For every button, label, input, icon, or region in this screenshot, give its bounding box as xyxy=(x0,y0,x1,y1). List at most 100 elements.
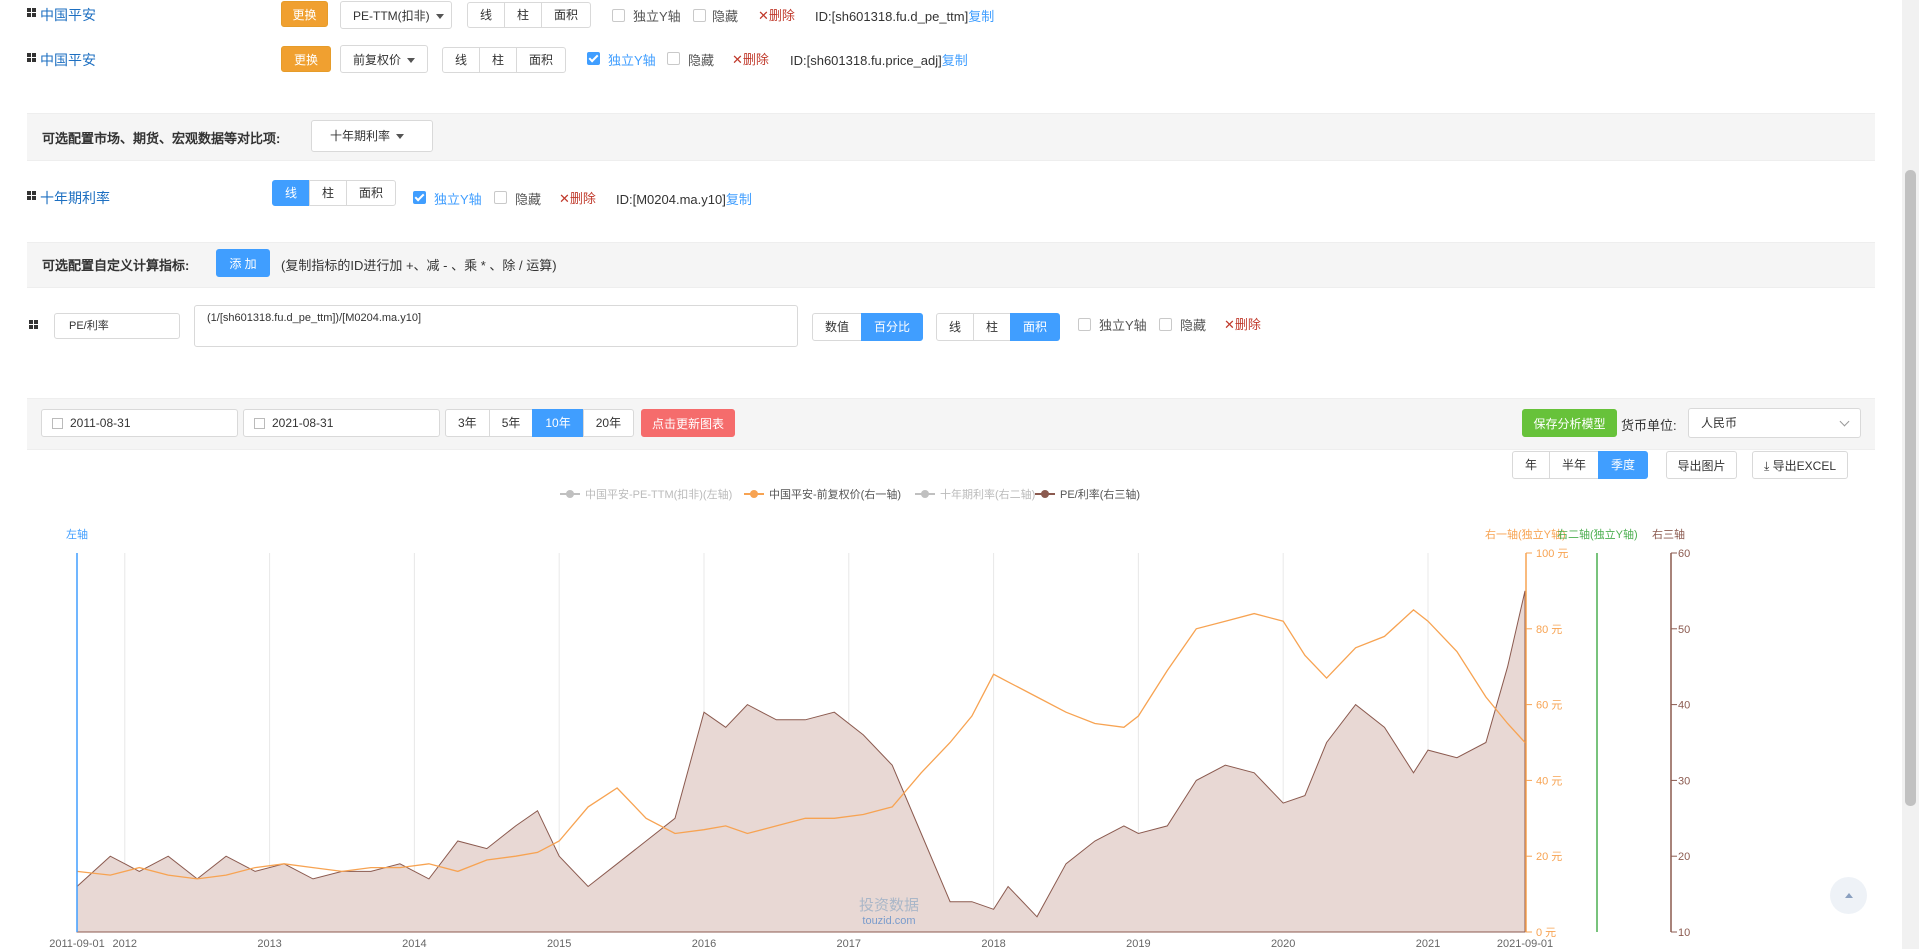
series-name: 中国平安 xyxy=(40,52,96,68)
chart-type-line[interactable]: 线 xyxy=(442,47,481,73)
chart-type-bar[interactable]: 柱 xyxy=(309,180,348,206)
close-icon: ✕ xyxy=(559,191,570,206)
right3-tick-label: 10 xyxy=(1678,927,1690,939)
value-mode-number[interactable]: 数值 xyxy=(812,313,863,341)
chevron-down-icon xyxy=(407,58,416,64)
left-axis-label: 左轴 xyxy=(66,527,88,541)
start-date-input[interactable]: 2011-08-31 xyxy=(41,409,238,437)
x-tick-label: 2018 xyxy=(981,938,1005,949)
end-date-input[interactable]: 2021-08-31 xyxy=(243,409,440,437)
delete-button[interactable]: ✕删除 xyxy=(559,188,596,207)
hide-checkbox[interactable] xyxy=(693,9,706,22)
chart-type-area[interactable]: 面积 xyxy=(346,180,397,206)
independent-y-label: 独立Y轴 xyxy=(1099,318,1147,333)
formula-expression-input[interactable]: (1/[sh601318.fu.d_pe_ttm])/[M0204.ma.y10… xyxy=(194,305,798,347)
scrollbar[interactable] xyxy=(1902,0,1919,949)
change-button[interactable]: 更换 xyxy=(281,1,328,27)
hide-label: 隐藏 xyxy=(688,53,715,68)
chevron-up-icon xyxy=(1845,893,1853,898)
series-id: ID:[sh601318.fu.d_pe_ttm]复制 xyxy=(815,6,994,25)
independent-y-label: 独立Y轴 xyxy=(633,9,681,24)
save-model-button[interactable]: 保存分析模型 xyxy=(1522,409,1617,437)
right3-tick-label: 30 xyxy=(1678,775,1690,787)
delete-label: 删除 xyxy=(768,8,795,23)
right1-tick-label: 100 元 xyxy=(1536,548,1568,560)
independent-y-checkbox[interactable] xyxy=(413,191,426,204)
legend-entry: 十年期利率(右二轴) xyxy=(940,487,1035,501)
independent-y-checkbox[interactable] xyxy=(612,9,625,22)
delete-button[interactable]: ✕删除 xyxy=(758,5,795,24)
end-date-value: 2021-08-31 xyxy=(272,416,334,430)
series-name: 十年期利率 xyxy=(40,190,110,206)
compare-select[interactable]: 十年期利率 xyxy=(311,120,433,152)
chart-type-area[interactable]: 面积 xyxy=(541,2,592,28)
metric-select[interactable]: PE-TTM(扣非) xyxy=(340,1,452,29)
right1-tick-label: 40 元 xyxy=(1536,775,1562,787)
x-tick-label: 2015 xyxy=(547,938,571,949)
delete-button[interactable]: ✕删除 xyxy=(732,49,769,68)
drag-handle-icon[interactable] xyxy=(27,53,37,63)
hide-checkbox[interactable] xyxy=(1159,318,1172,331)
chart-type-group: 线 柱 面积 xyxy=(936,313,1061,341)
start-date-value: 2011-08-31 xyxy=(70,416,131,430)
right1-tick-label: 20 元 xyxy=(1536,851,1562,863)
range-20y[interactable]: 20年 xyxy=(582,409,635,437)
chevron-down-icon xyxy=(435,14,444,20)
right3-tick-label: 20 xyxy=(1678,851,1690,863)
right2-axis-label: 右二轴(独立Y轴) xyxy=(1557,527,1638,541)
compare-band xyxy=(27,113,1875,161)
x-tick-label: 2011-09-01 xyxy=(49,938,104,949)
legend-entry: 中国平安-PE-TTM(扣非)(左轴) xyxy=(585,487,732,501)
hide-label: 隐藏 xyxy=(1180,318,1207,333)
calendar-icon xyxy=(254,418,265,429)
x-tick-label: 2017 xyxy=(837,938,861,949)
delete-button[interactable]: ✕删除 xyxy=(1224,314,1261,333)
hide-checkbox[interactable] xyxy=(494,191,507,204)
drag-handle-icon[interactable] xyxy=(29,320,39,330)
refresh-chart-button[interactable]: 点击更新图表 xyxy=(641,409,735,437)
chart-type-area[interactable]: 面积 xyxy=(1010,313,1061,341)
hide-checkbox[interactable] xyxy=(667,52,680,65)
copy-link[interactable]: 复制 xyxy=(968,9,994,24)
range-5y[interactable]: 5年 xyxy=(488,409,534,437)
range-10y[interactable]: 10年 xyxy=(532,409,584,437)
chart-type-bar[interactable]: 柱 xyxy=(504,2,543,28)
right1-axis-label: 右一轴(独立Y轴) xyxy=(1485,527,1566,541)
formula-name-input[interactable]: PE/利率 xyxy=(54,313,180,339)
legend-marker xyxy=(921,490,929,498)
independent-y-checkbox[interactable] xyxy=(1078,318,1091,331)
back-to-top-button[interactable] xyxy=(1830,877,1867,914)
series-name: 中国平安 xyxy=(40,7,96,23)
currency-select[interactable]: 人民币 xyxy=(1688,408,1861,438)
chart-type-line[interactable]: 线 xyxy=(272,180,311,206)
chart-type-area[interactable]: 面积 xyxy=(516,47,567,73)
chart-type-group: 线 柱 面积 xyxy=(467,2,592,28)
value-mode-percent[interactable]: 百分比 xyxy=(861,313,924,341)
add-button[interactable]: 添 加 xyxy=(216,249,270,277)
drag-handle-icon[interactable] xyxy=(27,191,37,201)
independent-y-checkbox[interactable] xyxy=(587,52,600,65)
metric-select[interactable]: 前复权价 xyxy=(340,45,428,73)
chart-type-line[interactable]: 线 xyxy=(936,313,975,341)
metric-select-value: 前复权价 xyxy=(353,53,402,67)
range-3y[interactable]: 3年 xyxy=(445,409,490,437)
x-tick-label: 2014 xyxy=(402,938,426,949)
chart-type-bar[interactable]: 柱 xyxy=(479,47,518,73)
copy-link[interactable]: 复制 xyxy=(726,192,752,207)
series-id-text: ID:[M0204.ma.y10] xyxy=(616,192,726,207)
x-tick-label: 2013 xyxy=(257,938,281,949)
chart-type-line[interactable]: 线 xyxy=(467,2,506,28)
value-mode-group: 数值 百分比 xyxy=(812,313,924,341)
chart-legend: 中国平安-PE-TTM(扣非)(左轴) 中国平安-前复权价(右一轴) 十年期利率(右… xyxy=(560,487,1140,501)
copy-link[interactable]: 复制 xyxy=(942,53,968,68)
drag-handle-icon[interactable] xyxy=(27,8,37,18)
chevron-down-icon xyxy=(1839,416,1850,427)
custom-hint: (复制指标的ID进行加 +、减 - 、乘 * 、除 / 运算) xyxy=(281,258,557,273)
chart-type-bar[interactable]: 柱 xyxy=(973,313,1012,341)
export-excel-button[interactable]: ⤓ 导出EXCEL xyxy=(1752,451,1848,479)
independent-y-label: 独立Y轴 xyxy=(434,192,482,207)
change-button[interactable]: 更换 xyxy=(281,46,331,72)
right3-tick-label: 50 xyxy=(1678,624,1690,636)
chart-type-group: 线 柱 面积 xyxy=(442,47,567,73)
scrollbar-thumb[interactable] xyxy=(1905,170,1916,806)
